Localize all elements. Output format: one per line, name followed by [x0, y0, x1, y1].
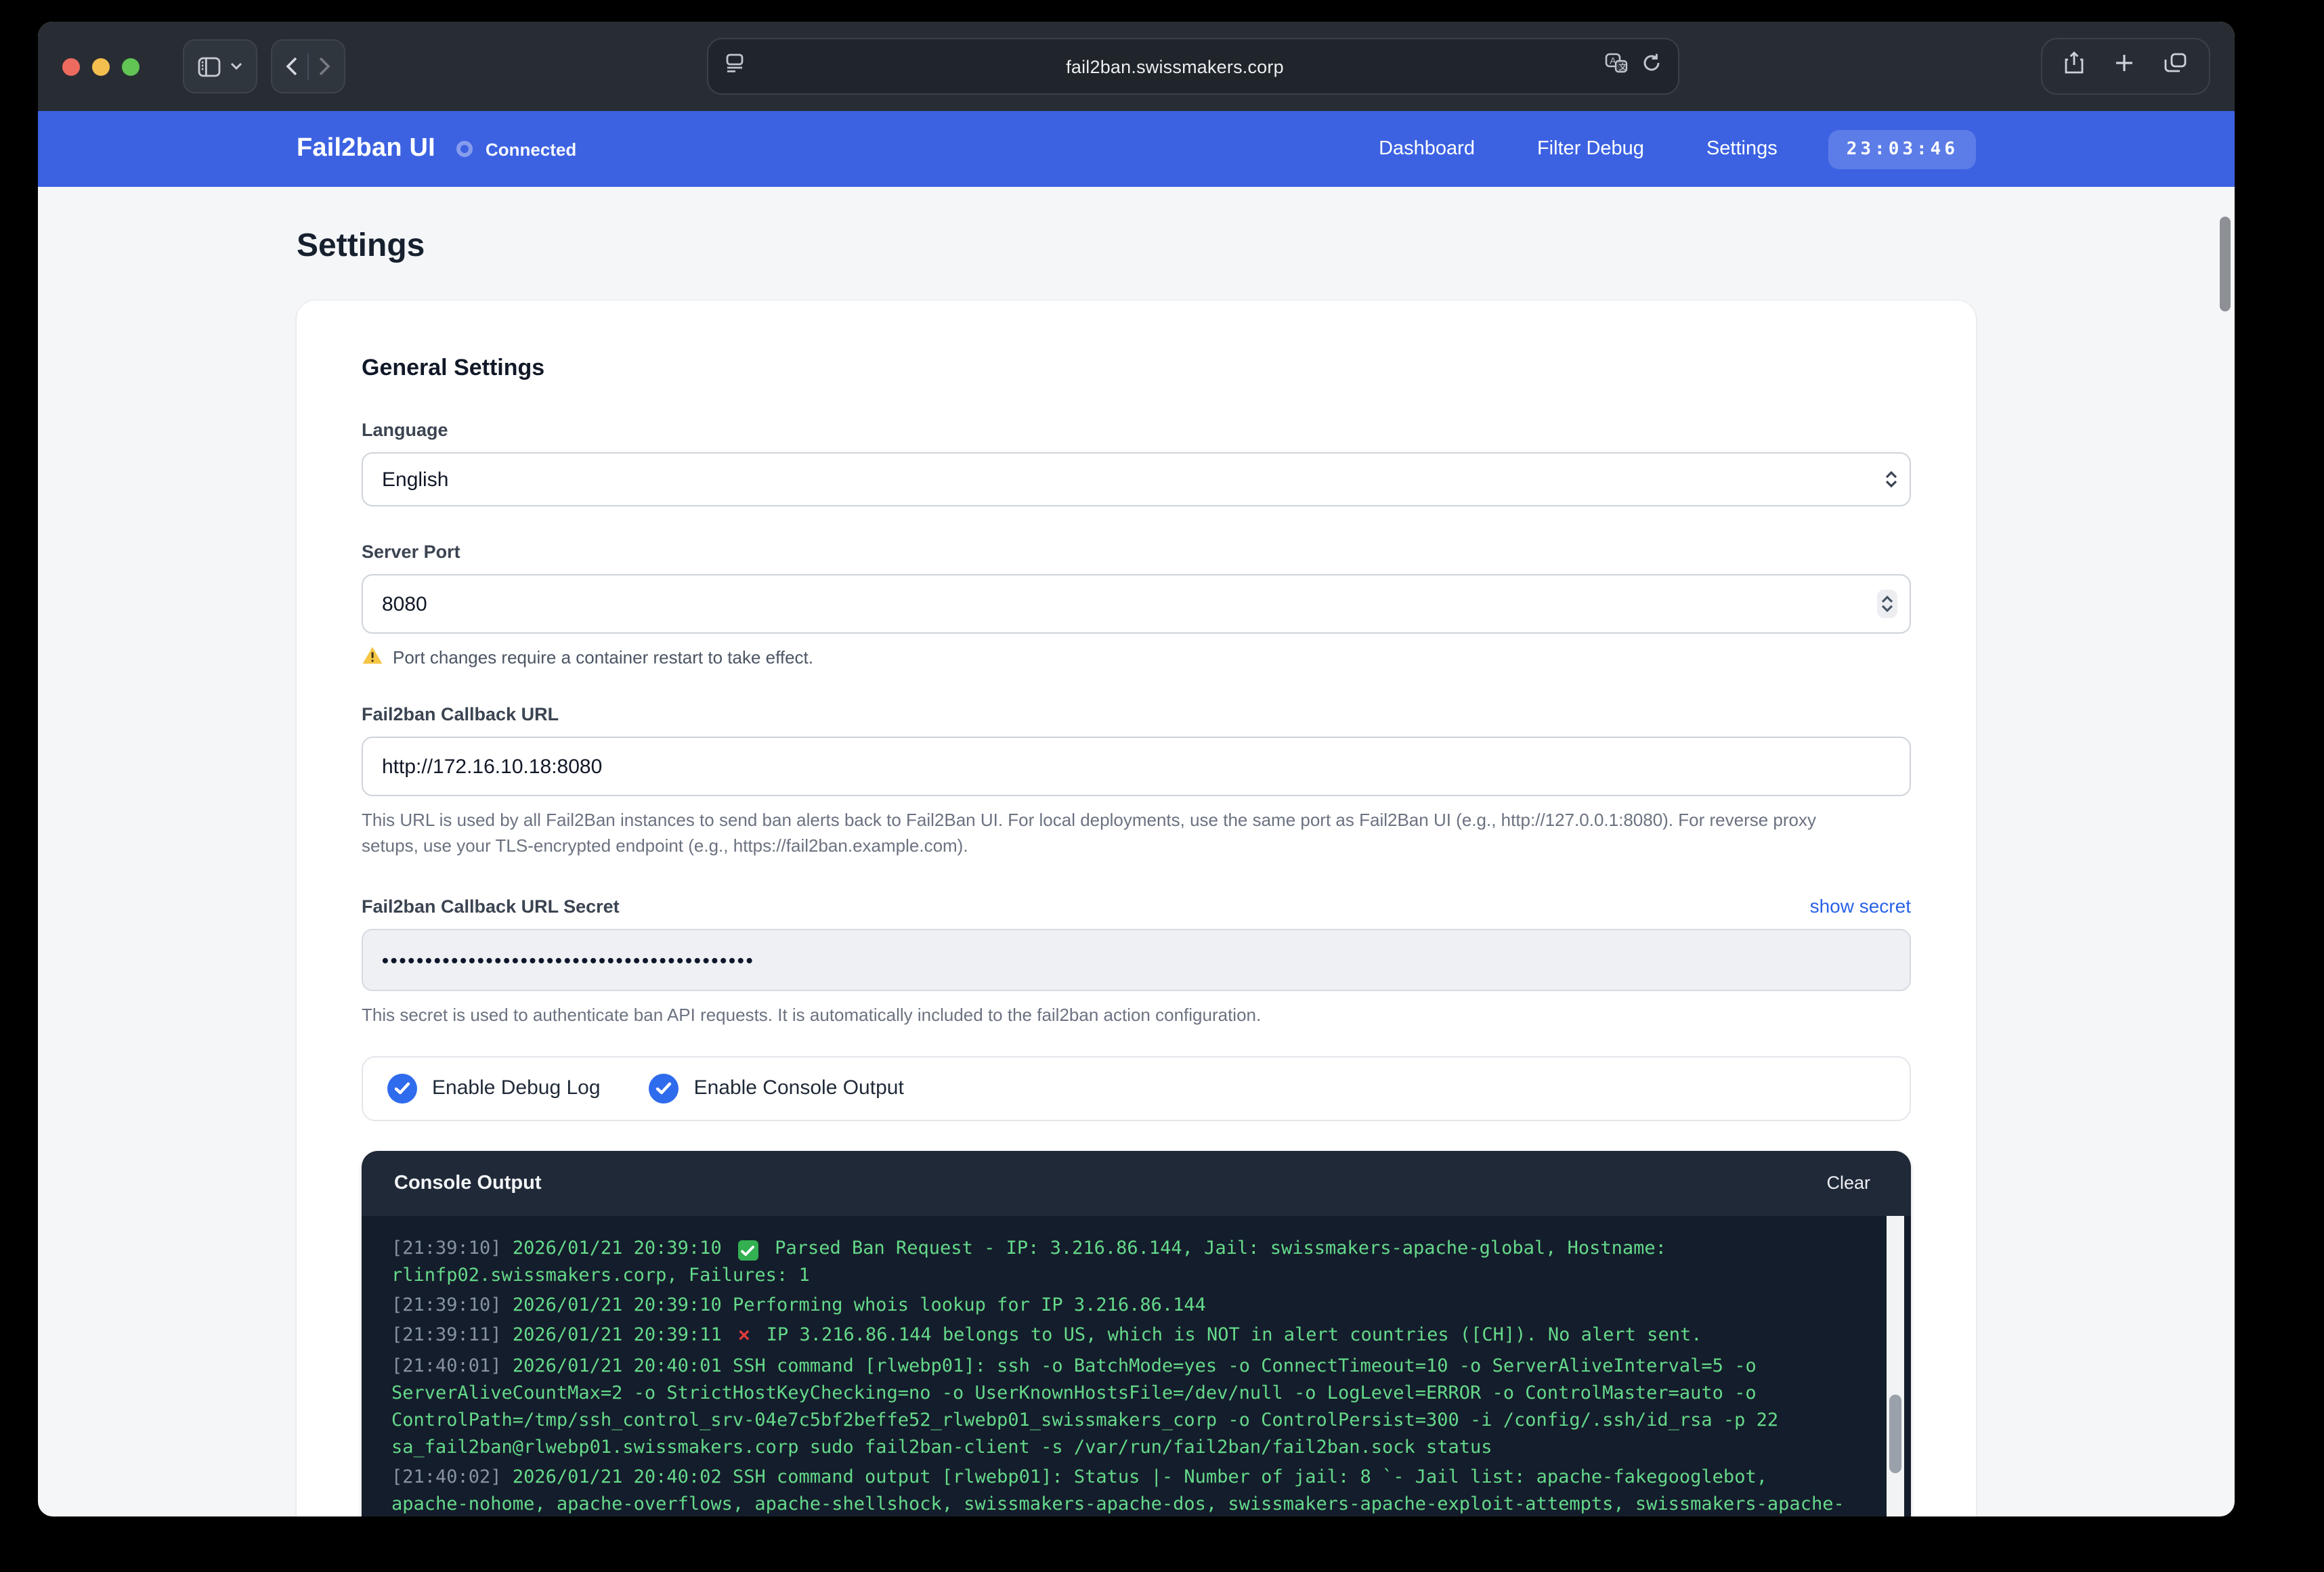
screenshot-root: fail2ban.swissmakers.corp A文: [0, 0, 2324, 1572]
settings-card: General Settings Language English Server…: [297, 301, 1976, 1516]
console-line: [21:40:01] 2026/01/21 20:40:01 SSH comma…: [391, 1352, 1849, 1460]
close-window-button[interactable]: [62, 58, 80, 75]
page-scrollbar-thumb[interactable]: [2220, 217, 2231, 311]
console-line: [21:39:11] 2026/01/21 20:39:11 × IP 3.21…: [391, 1321, 1849, 1349]
divider: [307, 53, 309, 80]
server-port-value: 8080: [382, 592, 427, 615]
enable-debug-log-option[interactable]: Enable Debug Log: [387, 1073, 601, 1103]
reload-icon[interactable]: [1641, 53, 1662, 80]
header-clock: 23:03:46: [1829, 129, 1976, 169]
urlbar-wrap: fail2ban.swissmakers.corp A文: [359, 38, 2027, 95]
console-title: Console Output: [394, 1172, 542, 1194]
console-scrollbar-thumb[interactable]: [1889, 1394, 1901, 1472]
sidebar-toggle-button[interactable]: [183, 39, 257, 93]
debug-options-bar: Enable Debug Log Enable Console Output: [362, 1055, 1911, 1120]
console-line: [21:39:10] 2026/01/21 20:39:10 Parsed Ba…: [391, 1234, 1849, 1288]
port-warning-text: Port changes require a container restart…: [393, 647, 813, 668]
number-stepper[interactable]: [1877, 590, 1897, 618]
console-line-message: 2026/01/21 20:39:11 × IP 3.216.86.144 be…: [513, 1324, 1702, 1345]
console-scrollbar-track[interactable]: [1887, 1215, 1904, 1516]
console-log: [21:39:10] 2026/01/21 20:39:10 Parsed Ba…: [391, 1234, 1849, 1516]
console-line-message: 2026/01/21 20:39:10 Parsed Ban Request -…: [391, 1237, 1677, 1286]
console-line: [21:40:02] 2026/01/21 20:40:02 SSH comma…: [391, 1463, 1849, 1516]
tab-overview-icon[interactable]: [2164, 53, 2187, 80]
connected-label: Connected: [486, 139, 576, 159]
language-select[interactable]: English: [362, 452, 1911, 506]
minimize-window-button[interactable]: [92, 58, 110, 75]
page-title: Settings: [297, 227, 1976, 265]
callback-url-input[interactable]: http://172.16.10.18:8080: [362, 737, 1911, 796]
port-warning: Port changes require a container restart…: [362, 646, 1911, 669]
callback-secret-masked: ••••••••••••••••••••••••••••••••••••••••…: [382, 948, 755, 970]
success-check-icon: [738, 1240, 758, 1261]
console-header: Console Output Clear: [362, 1150, 1911, 1215]
zoom-window-button[interactable]: [122, 58, 139, 75]
connected-indicator-icon: [457, 141, 473, 157]
connection-status: Connected: [457, 139, 576, 159]
main-nav: Dashboard Filter Debug Settings: [1379, 138, 1778, 160]
browser-window: fail2ban.swissmakers.corp A文: [38, 22, 2235, 1516]
console-line-timestamp: [21:39:10]: [391, 1294, 502, 1315]
nav-dashboard[interactable]: Dashboard: [1379, 138, 1475, 160]
checkbox-checked-icon[interactable]: [387, 1073, 417, 1103]
history-nav-group: [271, 39, 345, 93]
server-port-label: Server Port: [362, 542, 1911, 562]
console-panel: Console Output Clear [21:39:10] 2026/01/…: [362, 1150, 1911, 1516]
url-text[interactable]: fail2ban.swissmakers.corp: [745, 56, 1605, 77]
traffic-lights: [62, 58, 139, 75]
console-line-timestamp: [21:40:01]: [391, 1355, 502, 1376]
address-bar[interactable]: fail2ban.swissmakers.corp A文: [707, 38, 1679, 95]
console-line-message: 2026/01/21 20:40:01 SSH command [rlwebp0…: [391, 1355, 1789, 1458]
checkbox-checked-icon[interactable]: [649, 1073, 679, 1103]
app-title: Fail2ban UI: [297, 134, 435, 164]
callback-url-label: Fail2ban Callback URL: [362, 704, 1911, 724]
new-tab-icon[interactable]: [2114, 53, 2134, 80]
translate-icon[interactable]: A文: [1605, 53, 1628, 80]
callback-url-value: http://172.16.10.18:8080: [382, 755, 602, 778]
console-line-timestamp: [21:39:10]: [391, 1237, 502, 1259]
chevron-down-icon: [230, 62, 242, 70]
forward-button[interactable]: [318, 57, 330, 76]
toolbar-actions: [2041, 38, 2210, 95]
console-line-message: 2026/01/21 20:40:02 SSH command output […: [391, 1466, 1845, 1516]
app-header: Fail2ban UI Connected Dashboard Filter D…: [38, 111, 2235, 187]
language-value: English: [382, 468, 448, 491]
back-button[interactable]: [286, 57, 298, 76]
callback-secret-label: Fail2ban Callback URL Secret: [362, 896, 620, 916]
show-secret-link[interactable]: show secret: [1810, 894, 1911, 916]
nav-settings[interactable]: Settings: [1706, 138, 1778, 160]
enable-debug-log-label: Enable Debug Log: [432, 1076, 601, 1099]
sidebar-icon: [198, 56, 221, 77]
warning-icon: [362, 646, 383, 669]
console-body: [21:39:10] 2026/01/21 20:39:10 Parsed Ba…: [362, 1215, 1911, 1516]
svg-text:文: 文: [1618, 62, 1627, 72]
console-line-timestamp: [21:39:11]: [391, 1324, 502, 1345]
callback-url-help: This URL is used by all Fail2Ban instanc…: [362, 808, 1838, 859]
console-line: [21:39:10] 2026/01/21 20:39:10 Performin…: [391, 1291, 1849, 1318]
select-chevrons-icon: [1885, 471, 1897, 488]
section-title: General Settings: [362, 355, 1911, 382]
console-line-message: 2026/01/21 20:39:10 Performing whois loo…: [513, 1294, 1206, 1315]
enable-console-output-option[interactable]: Enable Console Output: [649, 1073, 904, 1103]
console-clear-button[interactable]: Clear: [1818, 1167, 1878, 1198]
browser-titlebar: fail2ban.swissmakers.corp A文: [38, 22, 2235, 111]
page-settings-icon[interactable]: [725, 53, 745, 80]
error-cross-icon: ×: [738, 1322, 750, 1349]
console-line-timestamp: [21:40:02]: [391, 1466, 502, 1487]
enable-console-output-label: Enable Console Output: [694, 1076, 904, 1099]
server-port-input[interactable]: 8080: [362, 574, 1911, 634]
language-label: Language: [362, 420, 1911, 440]
share-icon[interactable]: [2064, 51, 2084, 81]
nav-filter-debug[interactable]: Filter Debug: [1537, 138, 1644, 160]
callback-secret-help: This secret is used to authenticate ban …: [362, 1003, 1838, 1028]
page-main: Settings General Settings Language Engli…: [38, 187, 2235, 1516]
callback-secret-input[interactable]: ••••••••••••••••••••••••••••••••••••••••…: [362, 928, 1911, 990]
